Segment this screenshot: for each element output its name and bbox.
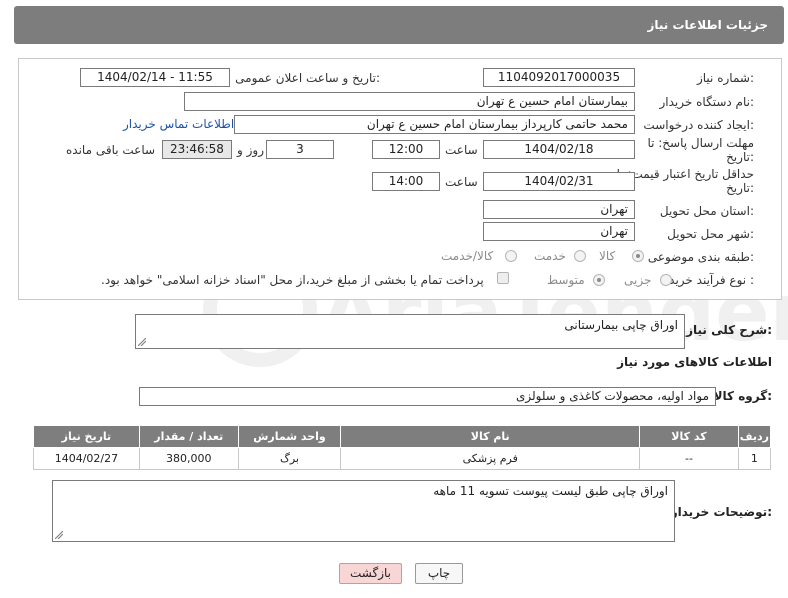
category-goods-radio[interactable]	[632, 250, 644, 262]
buyer-notes-text: اوراق چاپی طبق لیست پیوست تسویه 11 ماهه	[433, 484, 668, 498]
creator-label: ایجاد کننده درخواست:	[643, 118, 754, 132]
price-date-field[interactable]: 1404/02/31	[483, 172, 635, 191]
col-header-row-num: ردیف	[737, 425, 772, 448]
cell-date: 1404/02/27	[33, 447, 140, 470]
buyer-org-label: نام دستگاه خریدار:	[659, 95, 755, 109]
remaining-time-field: 23:46:58	[162, 140, 232, 159]
category-both-label: کالا/خدمت	[441, 249, 494, 263]
cell-name: فرم پزشکی	[340, 447, 641, 470]
cell-code: --	[639, 447, 739, 470]
creator-field[interactable]: محمد حاتمی کارپرداز بیمارستان امام حسین …	[234, 115, 635, 134]
days-field[interactable]: 3	[266, 140, 334, 159]
purchase-type-label: نوع فرآیند خرید :	[669, 273, 754, 287]
need-number-field[interactable]: 1104092017000035	[483, 68, 635, 87]
goods-group-field[interactable]: مواد اولیه، محصولات کاغذی و سلولزی	[139, 387, 716, 406]
page-title: جزئیات اطلاعات نیاز	[647, 18, 768, 32]
table-header-row: ردیف کد کالا نام کالا واحد شمارش تعداد /…	[33, 425, 772, 448]
announce-label: تاریخ و ساعت اعلان عمومی:	[235, 71, 380, 85]
goods-group-label: گروه کالا:	[713, 389, 772, 403]
summary-text: اوراق چاپی بیمارستانی	[564, 318, 678, 332]
province-label: استان محل تحویل:	[659, 204, 754, 218]
need-number-label: شماره نیاز:	[696, 71, 754, 85]
price-time-label: ساعت	[445, 175, 478, 189]
days-label: روز و	[237, 143, 264, 157]
table-row: 1 -- فرم پزشکی برگ 380,000 1404/02/27	[33, 447, 772, 470]
buyer-notes-label: توضیحات خریدار:	[670, 505, 772, 519]
cell-row-num: 1	[737, 447, 772, 470]
remaining-label: ساعت باقی مانده	[66, 143, 156, 157]
buyer-org-field[interactable]: بیمارستان امام حسین ع تهران	[184, 92, 635, 111]
summary-textarea[interactable]: اوراق چاپی بیمارستانی	[135, 314, 685, 349]
treasury-payment-checkbox[interactable]	[497, 272, 509, 284]
summary-label: شرح کلی نیاز:	[686, 323, 772, 337]
price-time-field[interactable]: 14:00	[372, 172, 440, 191]
purchase-minor-radio[interactable]	[660, 274, 672, 286]
city-label: شهر محل تحویل:	[667, 227, 754, 241]
reply-time-field[interactable]: 12:00	[372, 140, 440, 159]
col-header-quantity: تعداد / مقدار	[138, 425, 239, 448]
category-label: طبقه بندی موضوعی:	[647, 250, 754, 264]
back-button[interactable]: بازگشت	[339, 563, 402, 584]
purchase-medium-label: متوسط	[547, 273, 585, 287]
page-header: جزئیات اطلاعات نیاز	[14, 6, 784, 44]
category-both-radio[interactable]	[505, 250, 517, 262]
goods-section-title: اطلاعات کالاهای مورد نیاز	[617, 355, 772, 369]
items-table: ردیف کد کالا نام کالا واحد شمارش تعداد /…	[33, 425, 772, 470]
buyer-notes-textarea[interactable]: اوراق چاپی طبق لیست پیوست تسویه 11 ماهه	[52, 480, 675, 542]
col-header-date: تاریخ نیاز	[33, 425, 140, 448]
purchase-medium-radio[interactable]	[593, 274, 605, 286]
category-service-label: خدمت	[534, 249, 566, 263]
print-button[interactable]: چاپ	[415, 563, 463, 584]
cell-unit: برگ	[237, 447, 342, 470]
payment-note: پرداخت تمام یا بخشی از مبلغ خرید،از محل …	[101, 273, 484, 287]
reply-time-label: ساعت	[445, 143, 478, 157]
col-header-code: کد کالا	[639, 425, 739, 448]
reply-deadline-label: مهلت ارسال پاسخ: تا تاریخ:	[647, 136, 754, 164]
contact-info-link[interactable]: اطلاعات تماس خریدار	[123, 117, 234, 131]
province-field[interactable]: تهران	[483, 200, 635, 219]
resize-grip-icon[interactable]	[55, 531, 63, 539]
city-field[interactable]: تهران	[483, 222, 635, 241]
col-header-name: نام کالا	[340, 425, 641, 448]
cell-quantity: 380,000	[138, 447, 239, 470]
category-service-radio[interactable]	[574, 250, 586, 262]
reply-date-field[interactable]: 1404/02/18	[483, 140, 635, 159]
resize-grip-icon[interactable]	[138, 338, 146, 346]
category-goods-label: کالا	[599, 249, 616, 263]
announce-field[interactable]: 1404/02/14 - 11:55	[80, 68, 230, 87]
purchase-minor-label: جزیی	[624, 273, 652, 287]
col-header-unit: واحد شمارش	[237, 425, 342, 448]
